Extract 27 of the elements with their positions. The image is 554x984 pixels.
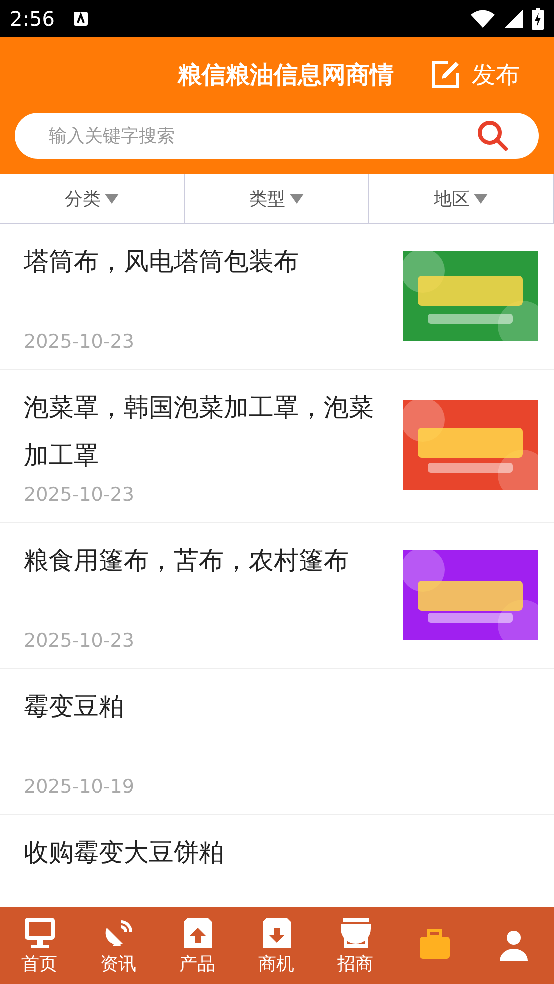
edit-icon xyxy=(432,61,460,89)
listing-title[interactable]: 粮食用篷布，苫布，农村篷布 xyxy=(24,537,387,585)
listing-date: 2025-10-19 xyxy=(24,776,136,798)
nav-tab[interactable]: 首页 xyxy=(0,907,79,984)
dropdown-arrow-icon xyxy=(290,194,304,204)
status-time: 2:56 xyxy=(10,6,55,30)
listing-date: 2025-10-23 xyxy=(24,630,136,652)
battery-icon xyxy=(532,8,544,30)
search-icon[interactable] xyxy=(477,120,509,152)
listing-date: 2025-10-23 xyxy=(24,484,136,506)
page-title: 粮信粮油信息网商情 xyxy=(178,60,394,91)
nav-tab[interactable]: 资讯 xyxy=(79,907,158,984)
nav-tab[interactable]: 产品 xyxy=(158,907,237,984)
wifi-icon xyxy=(470,8,496,28)
listing-title[interactable]: 收购霉变大豆饼粕 xyxy=(24,829,538,877)
dropdown-arrow-icon xyxy=(104,194,119,204)
listing-title[interactable]: 泡菜罩，韩国泡菜加工罩，泡菜加工罩 xyxy=(24,384,387,480)
listing-title[interactable]: 塔筒布，风电塔筒包装布 xyxy=(24,238,387,286)
notification-icon xyxy=(72,10,89,26)
listing-date: 2025-10-23 xyxy=(24,331,136,353)
dropdown-arrow-icon xyxy=(474,194,488,204)
signal-icon xyxy=(504,8,524,28)
listing-title[interactable]: 霉变豆粕 xyxy=(24,683,538,731)
nav-tab[interactable]: 商机 xyxy=(237,907,316,984)
search-field[interactable]: 输入关键字搜索 xyxy=(15,113,539,159)
nav-tab[interactable]: 招商 xyxy=(316,907,395,984)
search-input[interactable]: 输入关键字搜索 xyxy=(47,124,477,148)
